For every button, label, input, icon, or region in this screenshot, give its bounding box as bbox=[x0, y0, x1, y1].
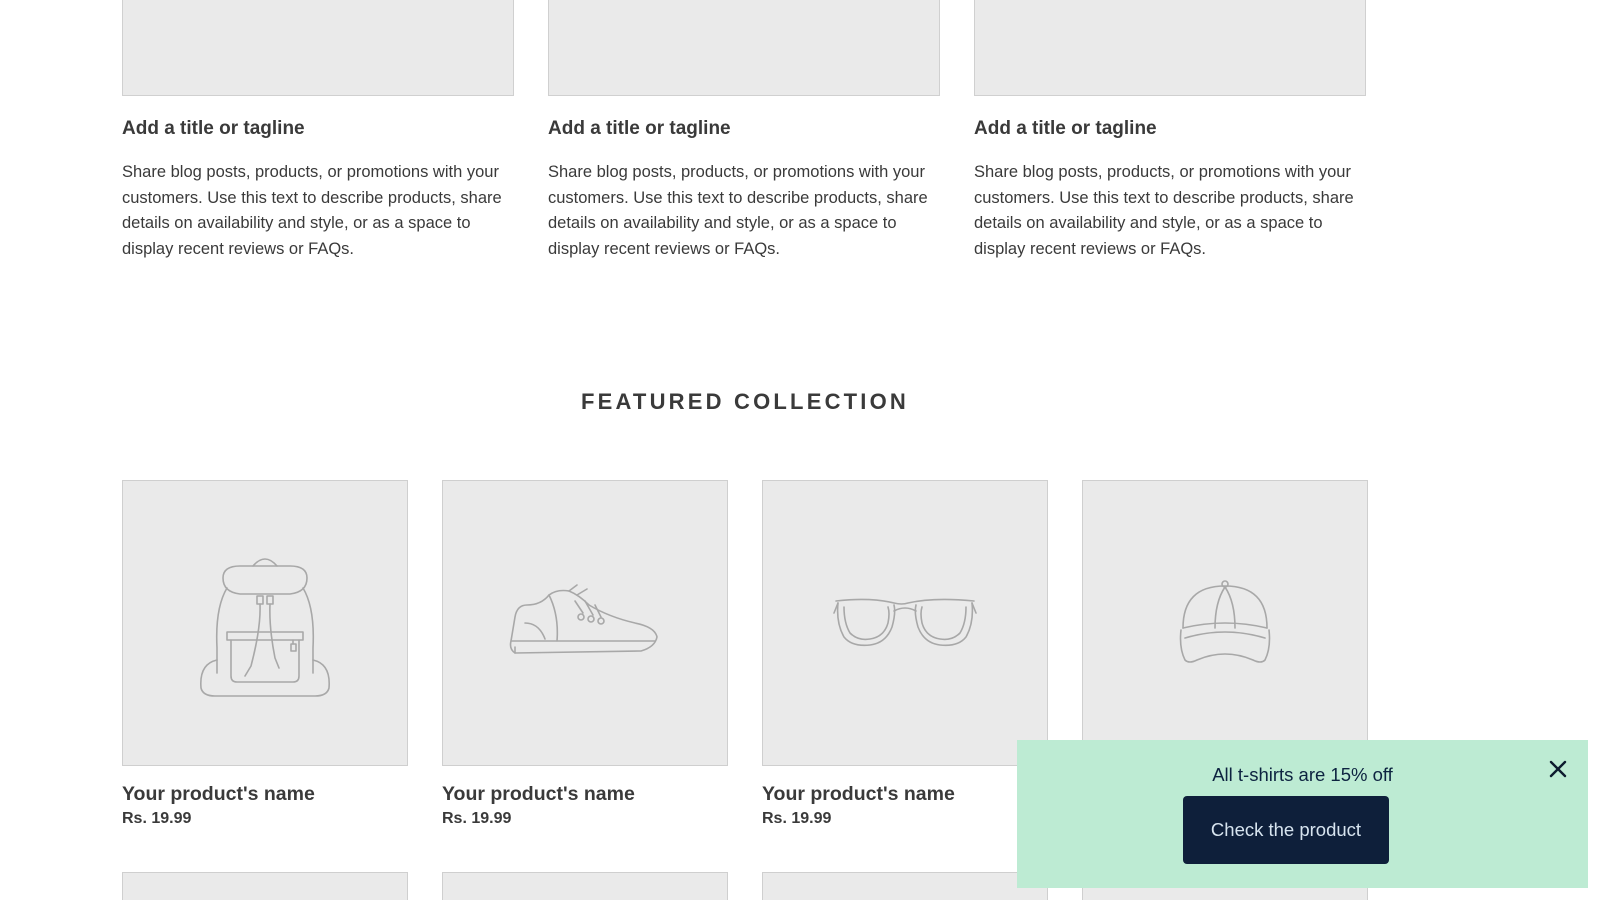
text-column: Add a title or tagline Share blog posts,… bbox=[122, 0, 514, 262]
text-column: Add a title or tagline Share blog posts,… bbox=[548, 0, 940, 262]
featured-collection-heading: FEATURED COLLECTION bbox=[580, 389, 910, 414]
product-price: Rs. 19.99 bbox=[442, 810, 512, 827]
text-columns-section: Add a title or tagline Share blog posts,… bbox=[122, 0, 1370, 262]
text-column: Add a title or tagline Share blog posts,… bbox=[974, 0, 1366, 262]
backpack-icon bbox=[200, 558, 330, 697]
product-image[interactable] bbox=[122, 480, 408, 766]
text-column-body: Share blog posts, products, or promotion… bbox=[122, 163, 502, 258]
text-column-body: Share blog posts, products, or promotion… bbox=[974, 163, 1354, 258]
product-price: Rs. 19.99 bbox=[762, 810, 832, 827]
product-card[interactable]: Your product's name Rs. 19.99 bbox=[442, 480, 728, 828]
product-image[interactable] bbox=[442, 872, 728, 900]
text-column-body: Share blog posts, products, or promotion… bbox=[548, 163, 928, 258]
product-card[interactable]: Your product's name Rs. 19.99 bbox=[122, 480, 408, 828]
sneaker-icon bbox=[509, 584, 658, 654]
product-card[interactable]: Your product's name Rs. 19.99 bbox=[762, 480, 1048, 828]
sunglasses-icon bbox=[833, 598, 977, 647]
text-column-title: Add a title or tagline bbox=[974, 118, 1157, 139]
close-icon[interactable] bbox=[1546, 757, 1570, 781]
cap-icon bbox=[1179, 580, 1271, 663]
product-name[interactable]: Your product's name bbox=[762, 783, 1048, 806]
promo-banner: All t-shirts are 15% off Check the produ… bbox=[1017, 740, 1588, 888]
product-image[interactable] bbox=[1082, 480, 1368, 766]
check-product-button[interactable]: Check the product bbox=[1183, 796, 1389, 864]
product-name[interactable]: Your product's name bbox=[442, 783, 728, 806]
page: Add a title or tagline Share blog posts,… bbox=[0, 0, 1600, 900]
text-column-image-placeholder bbox=[548, 0, 940, 96]
product-name[interactable]: Your product's name bbox=[122, 783, 408, 806]
text-column-image-placeholder bbox=[122, 0, 514, 96]
text-column-title: Add a title or tagline bbox=[548, 118, 731, 139]
text-column-title: Add a title or tagline bbox=[122, 118, 305, 139]
promo-banner-text: All t-shirts are 15% off bbox=[1212, 764, 1393, 785]
product-image[interactable] bbox=[122, 872, 408, 900]
product-image[interactable] bbox=[762, 872, 1048, 900]
product-price: Rs. 19.99 bbox=[122, 810, 192, 827]
text-column-image-placeholder bbox=[974, 0, 1366, 96]
product-image[interactable] bbox=[762, 480, 1048, 766]
product-image[interactable] bbox=[442, 480, 728, 766]
